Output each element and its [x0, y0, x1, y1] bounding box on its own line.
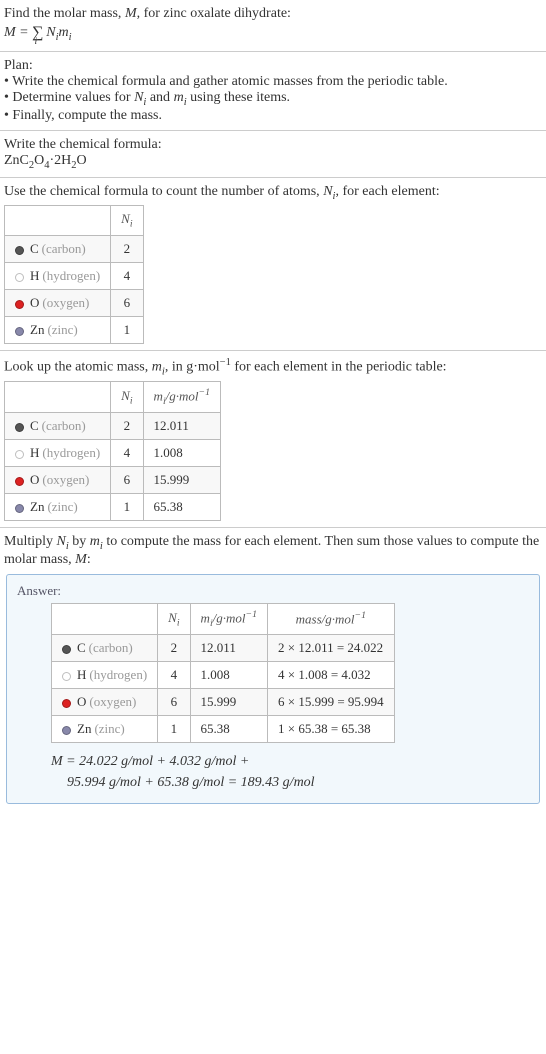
mass-cell: 1 × 65.38 = 65.38	[268, 716, 395, 743]
empty-header	[5, 206, 111, 236]
answer-title: Answer:	[17, 583, 529, 599]
element-dot-icon	[15, 504, 24, 513]
plan-item: • Write the chemical formula and gather …	[4, 74, 542, 90]
count-atoms-title: Use the chemical formula to count the nu…	[4, 184, 542, 202]
ni-header: Ni	[111, 206, 143, 236]
table-header-row: Ni	[5, 206, 144, 236]
mass-header: mass/g·mol−1	[268, 604, 395, 635]
ni-header: Ni	[111, 382, 143, 413]
table-row: O(oxygen) 6 15.999 6 × 15.999 = 95.994	[52, 689, 395, 716]
element-cell: Zn(zinc)	[52, 716, 158, 743]
element-cell: H(hydrogen)	[5, 263, 111, 290]
ni-cell: 4	[111, 440, 143, 467]
ni-cell: 2	[111, 236, 143, 263]
element-cell: H(hydrogen)	[52, 662, 158, 689]
table-row: Zn(zinc) 1	[5, 317, 144, 344]
mi-cell: 65.38	[143, 494, 220, 521]
ni-cell: 4	[111, 263, 143, 290]
element-dot-icon	[62, 672, 71, 681]
mass-cell: 4 × 1.008 = 4.032	[268, 662, 395, 689]
mi-header: mi/g·mol−1	[143, 382, 220, 413]
table-row: C(carbon) 2 12.011	[5, 413, 221, 440]
atomic-mass-section: Look up the atomic mass, mi, in g·mol−1 …	[0, 351, 546, 528]
element-cell: H(hydrogen)	[5, 440, 111, 467]
element-cell: C(carbon)	[5, 236, 111, 263]
table-row: Zn(zinc) 1 65.38	[5, 494, 221, 521]
table-row: Zn(zinc) 1 65.38 1 × 65.38 = 65.38	[52, 716, 395, 743]
mi-cell: 65.38	[190, 716, 267, 743]
answer-box: Answer: Ni mi/g·mol−1 mass/g·mol−1 C(car…	[6, 574, 540, 804]
table-header-row: Ni mi/g·mol−1 mass/g·mol−1	[52, 604, 395, 635]
element-cell: Zn(zinc)	[5, 494, 111, 521]
mi-cell: 15.999	[190, 689, 267, 716]
plan-section: Plan: • Write the chemical formula and g…	[0, 52, 546, 131]
empty-header	[5, 382, 111, 413]
mi-cell: 12.011	[190, 635, 267, 662]
answer-content: Ni mi/g·mol−1 mass/g·mol−1 C(carbon) 2 1…	[17, 603, 529, 793]
ni-cell: 1	[111, 317, 143, 344]
element-dot-icon	[15, 450, 24, 459]
ni-cell: 2	[111, 413, 143, 440]
final-equation-line2: 95.994 g/mol + 65.38 g/mol = 189.43 g/mo…	[51, 772, 529, 793]
chemical-formula-section: Write the chemical formula: ZnC2O4·2H2O	[0, 131, 546, 178]
mi-header: mi/g·mol−1	[190, 604, 267, 635]
plan-item: • Determine values for Ni and mi using t…	[4, 90, 542, 108]
element-cell: O(oxygen)	[52, 689, 158, 716]
table-row: C(carbon) 2	[5, 236, 144, 263]
element-cell: Zn(zinc)	[5, 317, 111, 344]
element-dot-icon	[15, 477, 24, 486]
element-dot-icon	[62, 699, 71, 708]
element-dot-icon	[62, 726, 71, 735]
table-row: O(oxygen) 6 15.999	[5, 467, 221, 494]
element-dot-icon	[15, 300, 24, 309]
element-cell: C(carbon)	[52, 635, 158, 662]
answer-table: Ni mi/g·mol−1 mass/g·mol−1 C(carbon) 2 1…	[51, 603, 395, 743]
final-equation-line1: M = 24.022 g/mol + 4.032 g/mol +	[51, 751, 529, 772]
ni-cell: 4	[158, 662, 190, 689]
chemical-formula: ZnC2O4·2H2O	[4, 153, 542, 171]
chemical-formula-title: Write the chemical formula:	[4, 137, 542, 153]
plan-title: Plan:	[4, 58, 542, 74]
element-dot-icon	[15, 273, 24, 282]
mi-cell: 1.008	[143, 440, 220, 467]
mass-table: Ni mi/g·mol−1 C(carbon) 2 12.011 H(hydro…	[4, 381, 221, 521]
intro-text: Find the molar mass, M, for zinc oxalate…	[4, 6, 542, 22]
table-row: O(oxygen) 6	[5, 290, 144, 317]
table-row: H(hydrogen) 4 1.008	[5, 440, 221, 467]
mi-cell: 15.999	[143, 467, 220, 494]
count-table: Ni C(carbon) 2 H(hydrogen) 4 O(oxygen) 6…	[4, 205, 144, 344]
intro-section: Find the molar mass, M, for zinc oxalate…	[0, 0, 546, 52]
element-dot-icon	[62, 645, 71, 654]
ni-cell: 6	[158, 689, 190, 716]
plan-item: • Finally, compute the mass.	[4, 108, 542, 124]
ni-cell: 1	[158, 716, 190, 743]
mass-cell: 2 × 12.011 = 24.022	[268, 635, 395, 662]
mi-cell: 12.011	[143, 413, 220, 440]
table-header-row: Ni mi/g·mol−1	[5, 382, 221, 413]
mass-cell: 6 × 15.999 = 95.994	[268, 689, 395, 716]
ni-cell: 2	[158, 635, 190, 662]
ni-cell: 6	[111, 290, 143, 317]
element-cell: O(oxygen)	[5, 467, 111, 494]
molar-mass-formula: M = ∑iNimi	[4, 22, 542, 45]
ni-header: Ni	[158, 604, 190, 635]
element-dot-icon	[15, 327, 24, 336]
count-atoms-section: Use the chemical formula to count the nu…	[0, 178, 546, 351]
element-cell: C(carbon)	[5, 413, 111, 440]
ni-cell: 1	[111, 494, 143, 521]
multiply-text: Multiply Ni by mi to compute the mass fo…	[4, 534, 542, 568]
element-cell: O(oxygen)	[5, 290, 111, 317]
element-dot-icon	[15, 246, 24, 255]
mi-cell: 1.008	[190, 662, 267, 689]
table-row: C(carbon) 2 12.011 2 × 12.011 = 24.022	[52, 635, 395, 662]
multiply-section: Multiply Ni by mi to compute the mass fo…	[0, 528, 546, 814]
empty-header	[52, 604, 158, 635]
table-row: H(hydrogen) 4 1.008 4 × 1.008 = 4.032	[52, 662, 395, 689]
atomic-mass-title: Look up the atomic mass, mi, in g·mol−1 …	[4, 357, 542, 377]
ni-cell: 6	[111, 467, 143, 494]
table-row: H(hydrogen) 4	[5, 263, 144, 290]
element-dot-icon	[15, 423, 24, 432]
